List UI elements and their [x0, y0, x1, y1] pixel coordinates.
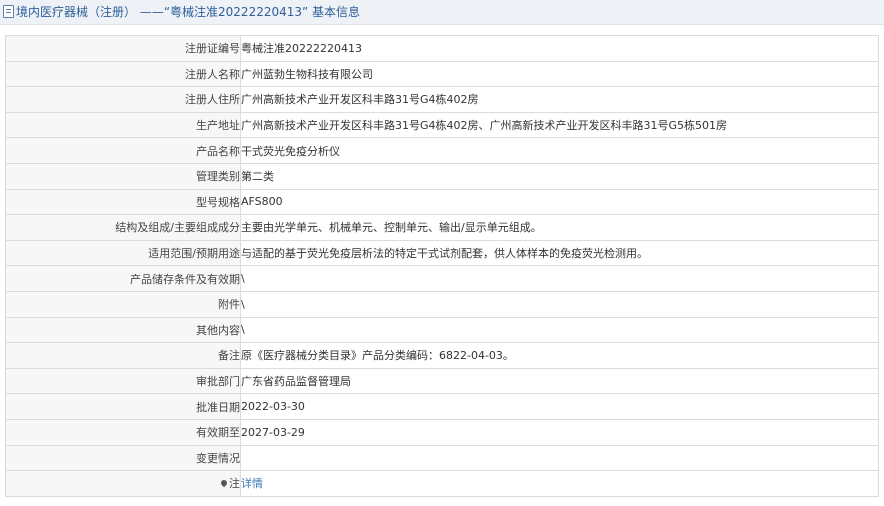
details-link[interactable]: 详情 [242, 477, 264, 490]
row-value: \ [240, 290, 879, 318]
row-value: AFS800 [240, 188, 879, 216]
row-label: 变更情况 [5, 444, 241, 472]
info-table: 注册证编号 粤械注准20222220413 注册人名称 广州蓝勃生物科技有限公司 注… [5, 35, 879, 497]
table-row: 生产地址 广州高新技术产业开发区科丰路31号G4栋402房、广州高新技术产业开发区… [5, 111, 879, 139]
row-value: 干式荧光免疫分析仪 [240, 137, 879, 164]
page-title: 境内医疗器械（注册） ——“粤械注准20222220413” 基本信息 [16, 5, 361, 19]
table-row: 管理类别 第二类 [5, 162, 879, 190]
row-label: 管理类别 [5, 162, 241, 190]
row-label: 其他内容 [5, 316, 241, 344]
table-row: 型号规格 AFS800 [5, 188, 879, 216]
row-value: \ [240, 316, 879, 344]
row-value: 与适配的基于荧光免疫层析法的特定干式试剂配套，供人体样本的免疫荧光检测用。 [240, 239, 879, 267]
table-row: 产品储存条件及有效期 \ [5, 265, 879, 292]
row-label: 生产地址 [5, 111, 241, 139]
table-row: 其他内容 \ [5, 316, 879, 344]
row-label: 型号规格 [5, 188, 241, 216]
table-row: 审批部门 广东省药品监督管理局 [5, 367, 879, 395]
document-icon [3, 5, 14, 18]
table-row: 结构及组成/主要组成成分 主要由光学单元、机械单元、控制单元、输出/显示单元组成。 [5, 214, 879, 241]
row-value: \ [240, 265, 879, 292]
row-label: 结构及组成/主要组成成分 [5, 214, 241, 241]
row-value: 广州高新技术产业开发区科丰路31号G4栋402房 [240, 86, 879, 113]
note-label-cell: 注 [5, 470, 241, 497]
row-value: 广东省药品监督管理局 [240, 367, 879, 395]
row-value: 第二类 [240, 162, 879, 190]
row-label: 注册证编号 [5, 35, 241, 62]
row-label: 有效期至 [5, 418, 241, 446]
row-value: 主要由光学单元、机械单元、控制单元、输出/显示单元组成。 [240, 214, 879, 241]
note-label: 注 [229, 477, 240, 491]
table-row: 产品名称 干式荧光免疫分析仪 [5, 137, 879, 164]
table-row: 注册人名称 广州蓝勃生物科技有限公司 [5, 60, 879, 88]
note-row: 注 详情 [5, 470, 879, 497]
row-label: 审批部门 [5, 367, 241, 395]
table-row: 注册人住所 广州高新技术产业开发区科丰路31号G4栋402房 [5, 86, 879, 113]
row-label: 产品名称 [5, 137, 241, 164]
row-label: 批准日期 [5, 393, 241, 420]
row-label: 注册人住所 [5, 86, 241, 113]
row-value: 广州高新技术产业开发区科丰路31号G4栋402房、广州高新技术产业开发区科丰路3… [240, 111, 879, 139]
row-value [240, 444, 879, 472]
pin-icon [219, 479, 229, 488]
row-value: 广州蓝勃生物科技有限公司 [240, 60, 879, 88]
row-value: 2022-03-30 [240, 393, 879, 420]
table-row: 变更情况 [5, 444, 879, 472]
table-row: 附件 \ [5, 290, 879, 318]
table-row: 有效期至 2027-03-29 [5, 418, 879, 446]
row-label: 附件 [5, 290, 241, 318]
row-label: 注册人名称 [5, 60, 241, 88]
row-label: 备注 [5, 342, 241, 369]
table-row: 备注 原《医疗器械分类目录》产品分类编码：6822-04-03。 [5, 342, 879, 369]
table-row: 适用范围/预期用途 与适配的基于荧光免疫层析法的特定干式试剂配套，供人体样本的免疫… [5, 239, 879, 267]
note-value-cell: 详情 [240, 470, 879, 497]
row-value: 2027-03-29 [240, 418, 879, 446]
row-label: 适用范围/预期用途 [5, 239, 241, 267]
row-label: 产品储存条件及有效期 [5, 265, 241, 292]
row-value: 粤械注准20222220413 [240, 35, 879, 62]
table-row: 批准日期 2022-03-30 [5, 393, 879, 420]
page-header: 境内医疗器械（注册） ——“粤械注准20222220413” 基本信息 [0, 0, 884, 25]
table-row: 注册证编号 粤械注准20222220413 [5, 35, 879, 62]
row-value: 原《医疗器械分类目录》产品分类编码：6822-04-03。 [240, 342, 879, 369]
